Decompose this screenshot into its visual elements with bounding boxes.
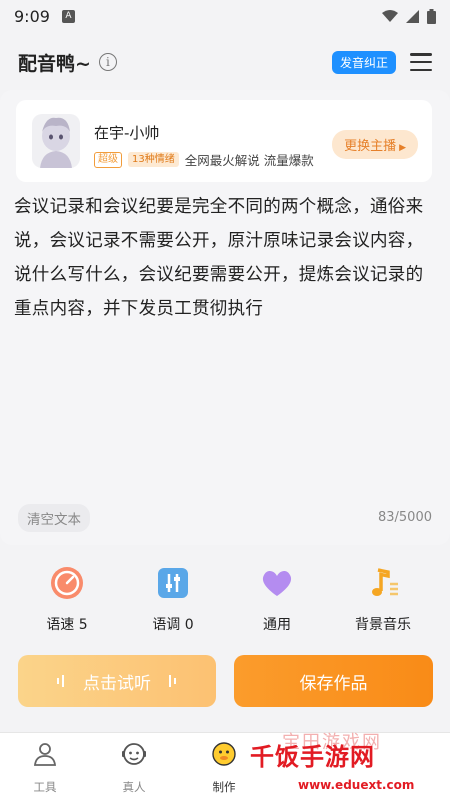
app-header: 配音鸭~ i 发音纠正	[0, 42, 450, 82]
text-editor-panel: 在宇-小帅 超级 13种情绪 全网最火解说 流量爆款 更换主播 ▶ 会议记录和会议…	[0, 90, 450, 545]
voice-tags: 超级 13种情绪 全网最火解说 流量爆款	[94, 150, 314, 169]
clear-text-button[interactable]: 清空文本	[18, 504, 90, 532]
pronunciation-correction-button[interactable]: 发音纠正	[331, 50, 396, 74]
play-triangle-icon: ▶	[399, 143, 406, 153]
tab-make-label: 制作	[212, 780, 236, 794]
script-text[interactable]: 会议记录和会议纪要是完全不同的两个概念，通俗来说，会议记录不需要公开，原汁原味记…	[14, 190, 438, 326]
audio-wave-left-icon	[57, 675, 64, 687]
emotion-badge: 13种情绪	[128, 152, 179, 167]
tab-make[interactable]: 制作	[194, 741, 254, 795]
status-time: 9:09	[14, 6, 50, 26]
watermark-url: www.eduext.com	[298, 778, 415, 792]
pitch-label: 语调 0	[152, 617, 194, 633]
level-badge: 超级	[94, 151, 122, 168]
background-music-label: 背景音乐	[355, 617, 411, 633]
preview-listen-button[interactable]: 点击试听	[18, 655, 216, 707]
status-bar: 9:09 A	[0, 0, 450, 32]
music-note-icon	[372, 568, 398, 596]
voice-name: 在宇-小帅	[94, 124, 160, 142]
switch-voice-label: 更换主播	[344, 139, 397, 154]
signal-icon	[406, 9, 419, 23]
audio-wave-right-icon	[169, 675, 176, 687]
app-notification-icon: A	[61, 9, 75, 23]
tab-tools-label: 工具	[33, 780, 57, 794]
headset-face-icon	[122, 743, 146, 765]
voice-settings-row: 语速 5 语调 0 通用 背景音乐	[0, 560, 450, 635]
preview-listen-label: 点击试听	[83, 673, 151, 694]
pitch-setting[interactable]: 语调 0	[128, 560, 218, 634]
tab-human-label: 真人	[122, 780, 146, 794]
voice-card[interactable]: 在宇-小帅 超级 13种情绪 全网最火解说 流量爆款 更换主播 ▶	[16, 100, 432, 182]
voice-description: 全网最火解说 流量爆款	[184, 153, 314, 168]
voice-avatar	[32, 114, 80, 168]
character-counter: 83/5000	[377, 510, 432, 525]
app-title: 配音鸭~	[18, 52, 91, 75]
tab-tools[interactable]: 工具	[15, 741, 75, 795]
wifi-icon	[382, 9, 398, 22]
speedometer-icon	[51, 567, 83, 599]
tab-human[interactable]: 真人	[104, 741, 164, 795]
save-work-button[interactable]: 保存作品	[234, 655, 433, 707]
style-label: 通用	[263, 617, 291, 633]
sliders-icon	[158, 568, 188, 598]
battery-icon	[427, 8, 436, 24]
background-music-setting[interactable]: 背景音乐	[338, 560, 428, 634]
duck-face-icon	[212, 742, 236, 766]
info-icon[interactable]: i	[98, 53, 117, 71]
save-work-label: 保存作品	[299, 673, 368, 694]
heart-icon	[262, 570, 292, 596]
tools-person-icon	[33, 743, 57, 766]
menu-icon[interactable]	[410, 53, 432, 71]
speed-label: 语速 5	[46, 617, 88, 633]
watermark-logo-text: 千饭手游网	[250, 743, 375, 771]
speed-setting[interactable]: 语速 5	[22, 560, 112, 634]
switch-voice-button[interactable]: 更换主播 ▶	[332, 130, 418, 159]
style-setting[interactable]: 通用	[232, 560, 322, 634]
